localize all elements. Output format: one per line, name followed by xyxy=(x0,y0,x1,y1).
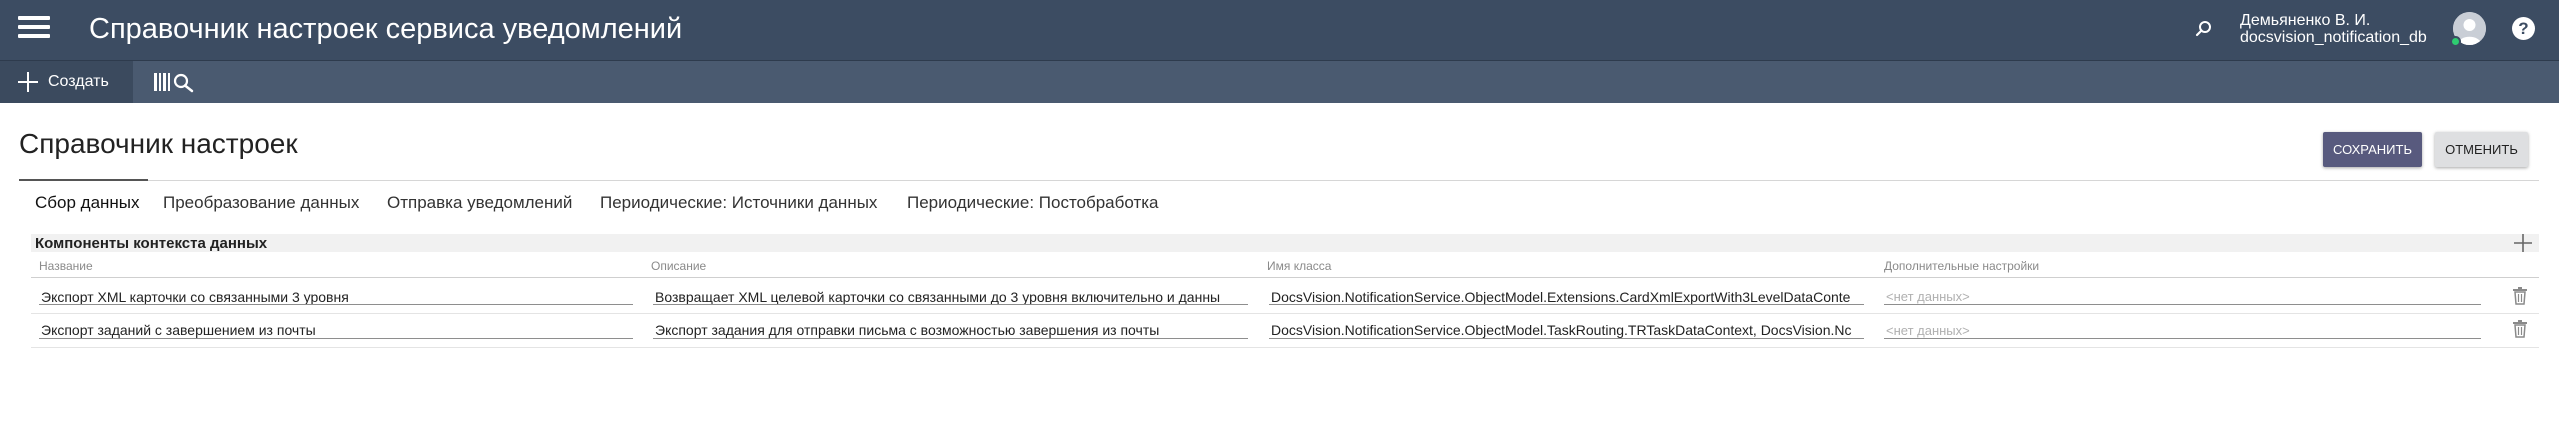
field-underline xyxy=(653,304,1248,305)
library-search-icon[interactable] xyxy=(153,69,195,95)
search-icon[interactable] xyxy=(2193,18,2215,40)
section-title: Компоненты контекста данных xyxy=(35,235,268,252)
tab-periodic-postprocessing[interactable]: Периодические: Постобработка xyxy=(907,193,1159,213)
section-header-bar xyxy=(31,234,2539,252)
active-tab-indicator xyxy=(19,179,148,181)
page-title: Справочник настроек xyxy=(19,128,298,159)
field-underline xyxy=(1884,304,2481,305)
tab-periodic-data-sources[interactable]: Периодические: Источники данных xyxy=(600,193,877,213)
toolbar: Создать xyxy=(0,61,2559,103)
create-button-label: Создать xyxy=(48,73,109,90)
cancel-button[interactable]: ОТМЕНИТЬ xyxy=(2435,132,2528,167)
user-name: Демьяненко В. И. xyxy=(2240,12,2371,29)
field-underline xyxy=(1269,338,1864,339)
online-status-indicator xyxy=(2450,36,2461,47)
field-underline xyxy=(653,338,1248,339)
user-database: docsvision_notification_db xyxy=(2240,29,2427,46)
row-class-name-field[interactable]: DocsVision.NotificationService.ObjectMod… xyxy=(1271,320,1864,340)
row-divider xyxy=(31,313,2539,314)
help-icon[interactable]: ? xyxy=(2512,17,2535,40)
tabs-divider xyxy=(19,180,2539,181)
tab-notification-sending[interactable]: Отправка уведомлений xyxy=(387,193,572,213)
field-underline xyxy=(1269,304,1864,305)
row-name-field[interactable]: Экспорт заданий с завершением из почты xyxy=(41,320,633,340)
column-header-settings: Дополнительные настройки xyxy=(1884,259,2040,273)
column-header-description: Описание xyxy=(651,259,707,273)
hamburger-menu-icon[interactable] xyxy=(18,16,50,40)
row-description-field[interactable]: Экспорт задания для отправки письма с во… xyxy=(655,320,1248,340)
tab-data-collection[interactable]: Сбор данных xyxy=(35,193,140,213)
field-underline xyxy=(39,338,633,339)
column-header-name: Название xyxy=(39,259,93,273)
save-button[interactable]: СОХРАНИТЬ xyxy=(2323,132,2422,167)
add-icon[interactable] xyxy=(2513,233,2533,253)
table-header-divider xyxy=(31,277,2539,278)
user-info[interactable]: Демьяненко В. И. docsvision_notification… xyxy=(2240,12,2427,46)
column-header-class-name: Имя класса xyxy=(1267,259,1332,273)
trash-icon[interactable] xyxy=(2512,287,2528,305)
row-divider xyxy=(31,347,2539,348)
field-underline xyxy=(39,304,633,305)
plus-icon xyxy=(18,72,38,92)
app-title: Справочник настроек сервиса уведомлений xyxy=(89,13,683,45)
app-header: Справочник настроек сервиса уведомлений … xyxy=(0,0,2559,61)
tab-data-transformation[interactable]: Преобразование данных xyxy=(163,193,359,213)
create-button[interactable]: Создать xyxy=(0,61,133,103)
trash-icon[interactable] xyxy=(2512,320,2528,338)
field-underline xyxy=(1884,338,2481,339)
